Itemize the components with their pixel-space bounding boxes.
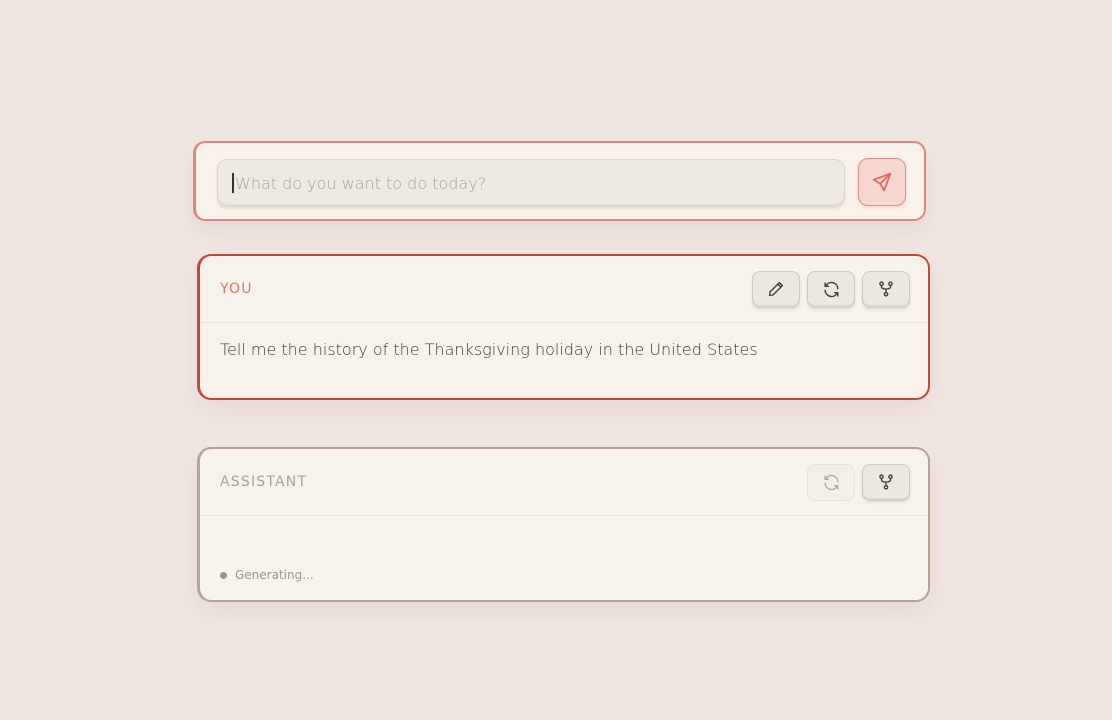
role-label: ASSISTANT — [220, 474, 308, 490]
branch-button[interactable] — [862, 270, 910, 308]
regenerate-button[interactable] — [807, 270, 855, 308]
edit-icon — [768, 281, 784, 297]
regenerate-button[interactable] — [807, 463, 855, 501]
prompt-input[interactable] — [235, 160, 844, 206]
branch-icon — [879, 474, 893, 490]
message-header: ASSISTANT — [200, 449, 928, 516]
message-actions — [807, 463, 910, 501]
message-actions — [752, 270, 910, 308]
message-header: YOU — [200, 256, 928, 323]
refresh-icon — [823, 281, 839, 297]
branch-icon — [879, 281, 893, 297]
edit-button[interactable] — [752, 270, 800, 308]
user-message-card: YOU Tell me the history of the Thanksgiv… — [197, 254, 930, 400]
branch-button[interactable] — [862, 463, 910, 501]
prompt-field[interactable] — [217, 159, 845, 207]
message-text: Tell me the history of the Thanksgiving … — [220, 340, 758, 359]
send-button[interactable] — [858, 158, 906, 206]
refresh-icon — [823, 474, 839, 490]
generating-status: Generating... — [220, 568, 314, 582]
text-caret — [232, 173, 234, 193]
assistant-message-card: ASSISTANT Generating... — [197, 447, 930, 602]
send-icon — [872, 172, 892, 192]
status-dot — [220, 571, 227, 579]
composer-card — [193, 141, 926, 221]
status-text: Generating... — [235, 568, 314, 582]
role-label: YOU — [220, 281, 253, 297]
